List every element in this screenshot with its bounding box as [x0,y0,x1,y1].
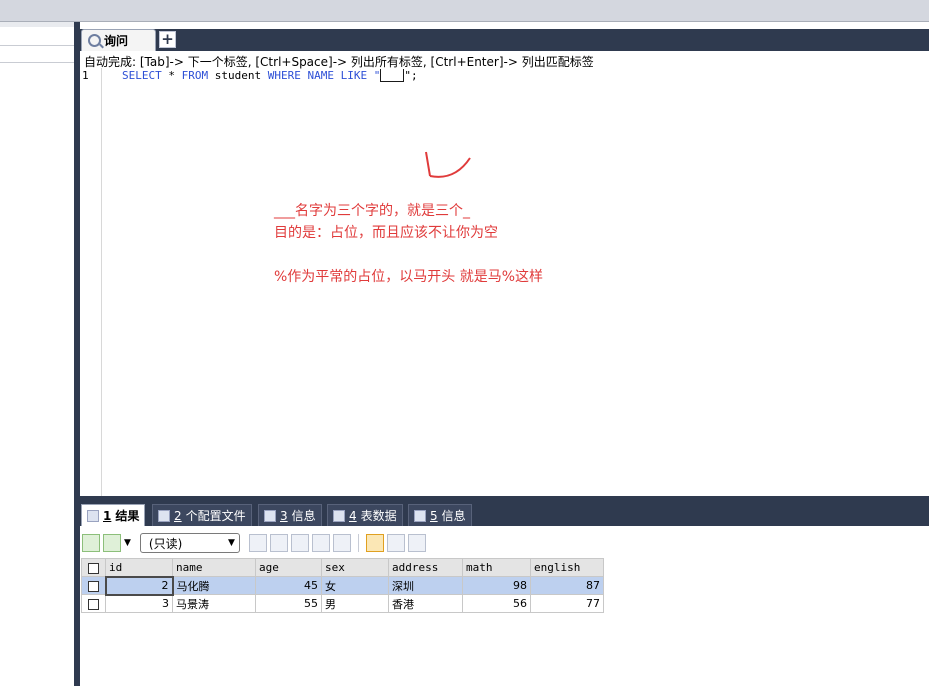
tab-results[interactable]: 1 结果 [81,504,146,526]
note-percent: %作为平常的占位，以马开头 就是马%这样 [274,269,544,285]
tab-info-5-label: 信息 [441,509,466,523]
cell-sex[interactable]: 女 [321,576,389,595]
query-editor: 询问 + 自动完成: [Tab]-> 下一个标签, [Ctrl+Space]->… [80,22,929,496]
results-grid: id name age sex address math english 2 马… [81,558,604,613]
select-all-cell[interactable] [81,558,106,577]
cell-id[interactable]: 2 [104,575,174,596]
column-header-english[interactable]: english [530,558,604,577]
table-row[interactable]: 3 马景涛 55 男 香港 56 77 [81,594,604,613]
cell-math[interactable]: 98 [462,576,531,595]
column-header-address[interactable]: address [388,558,463,577]
note-underscore: ___名字为三个字的，就是三个_ [274,203,470,219]
cell-age[interactable]: 45 [255,576,322,595]
object-browser-panel [0,22,74,686]
import-dropdown-icon[interactable] [103,534,121,552]
new-tab-button[interactable]: + [159,31,176,48]
copy-row-icon[interactable] [269,534,288,552]
cell-english[interactable]: 77 [530,594,604,613]
results-panel: ▼ (只读) ▼ id name age sex address math en… [80,526,929,686]
row-checkbox[interactable] [88,598,99,610]
table-row[interactable]: 2 马化腾 45 女 深圳 98 87 [81,575,604,596]
tab-table-data-num: 4 [349,508,357,523]
row-checkbox[interactable] [87,580,99,592]
sql-code-line[interactable]: SELECT * FROM student WHERE NAME LIKE " "… [122,69,418,82]
object-browser-row[interactable] [0,45,74,63]
cell-sex[interactable]: 男 [321,594,389,613]
tab-table-data-label: 表数据 [360,509,397,523]
info-icon [414,509,426,522]
sql-keyword-select: SELECT [122,69,162,82]
editor-gutter [101,68,102,496]
grid-header-row: id name age sex address math english [81,558,604,577]
column-header-math[interactable]: math [462,558,531,577]
cell-english[interactable]: 87 [530,576,604,595]
delete-icon[interactable] [311,534,330,552]
cell-math[interactable]: 56 [462,594,531,613]
object-browser-header [0,22,74,27]
add-row-icon[interactable] [248,534,267,552]
query-icon [88,34,101,47]
toolbar-divider [357,534,359,552]
select-all-checkbox[interactable] [88,562,99,574]
sql-keyword-like: LIKE [340,69,368,82]
save-icon[interactable] [290,534,309,552]
table-data-icon [333,509,345,522]
cell-address[interactable]: 深圳 [388,576,463,595]
cancel-changes-icon[interactable] [332,534,351,552]
tab-info-3-label: 信息 [291,509,316,523]
editor-tab-strip: 询问 + [80,29,929,51]
column-header-age[interactable]: age [255,558,322,577]
red-arrow-annotation [425,151,471,178]
chevron-down-icon: ▼ [228,538,235,548]
tab-info-3-num: 3 [280,508,288,523]
profile-icon [158,509,170,522]
tab-info-3[interactable]: 3 信息 [258,504,322,526]
sql-table-name: student [214,69,262,82]
cell-address[interactable]: 香港 [388,594,463,613]
tab-info-5[interactable]: 5 信息 [408,504,472,526]
column-header-id[interactable]: id [105,558,173,577]
tab-query-label: 询问 [104,34,129,48]
sql-keyword-where: WHERE [267,69,301,82]
export-icon[interactable] [82,534,100,552]
results-tab-strip: 1 结果 2 个配置文件 3 信息 4 表数据 5 信息 [80,496,929,526]
chevron-down-icon[interactable]: ▼ [124,538,131,548]
autocomplete-hint: 自动完成: [Tab]-> 下一个标签, [Ctrl+Space]-> 列出所有… [84,55,594,69]
info-icon [264,509,276,522]
cell-age[interactable]: 55 [255,594,322,613]
sql-quote-open: " [373,69,381,82]
form-view-icon[interactable] [386,534,405,552]
result-grid-icon [87,509,99,522]
tab-table-data[interactable]: 4 表数据 [327,504,403,526]
sql-column-name: NAME [307,69,334,82]
window-top-strip [0,0,929,22]
row-select-cell[interactable] [81,594,106,613]
tab-info-5-num: 5 [430,508,438,523]
sql-quote-close: "; [404,69,418,82]
results-toolbar: ▼ (只读) ▼ [80,531,426,555]
tab-results-label: 结果 [115,509,140,523]
readonly-select-value: (只读) [148,536,183,551]
row-select-cell[interactable] [81,576,106,595]
tab-profiles-num: 2 [174,508,182,523]
line-number: 1 [82,69,89,82]
tab-profiles-label: 个配置文件 [185,509,246,523]
cell-name[interactable]: 马化腾 [172,576,256,595]
tab-profiles[interactable]: 2 个配置文件 [152,504,252,526]
grid-view-icon[interactable] [365,534,384,552]
sql-keyword-from: FROM [181,69,209,82]
readonly-select[interactable]: (只读) ▼ [139,533,240,553]
tab-results-num: 1 [103,508,112,523]
cell-id[interactable]: 3 [105,594,173,613]
column-header-sex[interactable]: sex [321,558,389,577]
text-view-icon[interactable] [407,534,426,552]
column-header-name[interactable]: name [172,558,256,577]
cell-name[interactable]: 马景涛 [172,594,256,613]
note-purpose: 目的是：占位，而且应该不让你为空 [274,225,498,241]
sql-star: * [168,69,175,82]
tab-query[interactable]: 询问 [81,29,156,51]
underscore-placeholder-box [380,69,405,82]
